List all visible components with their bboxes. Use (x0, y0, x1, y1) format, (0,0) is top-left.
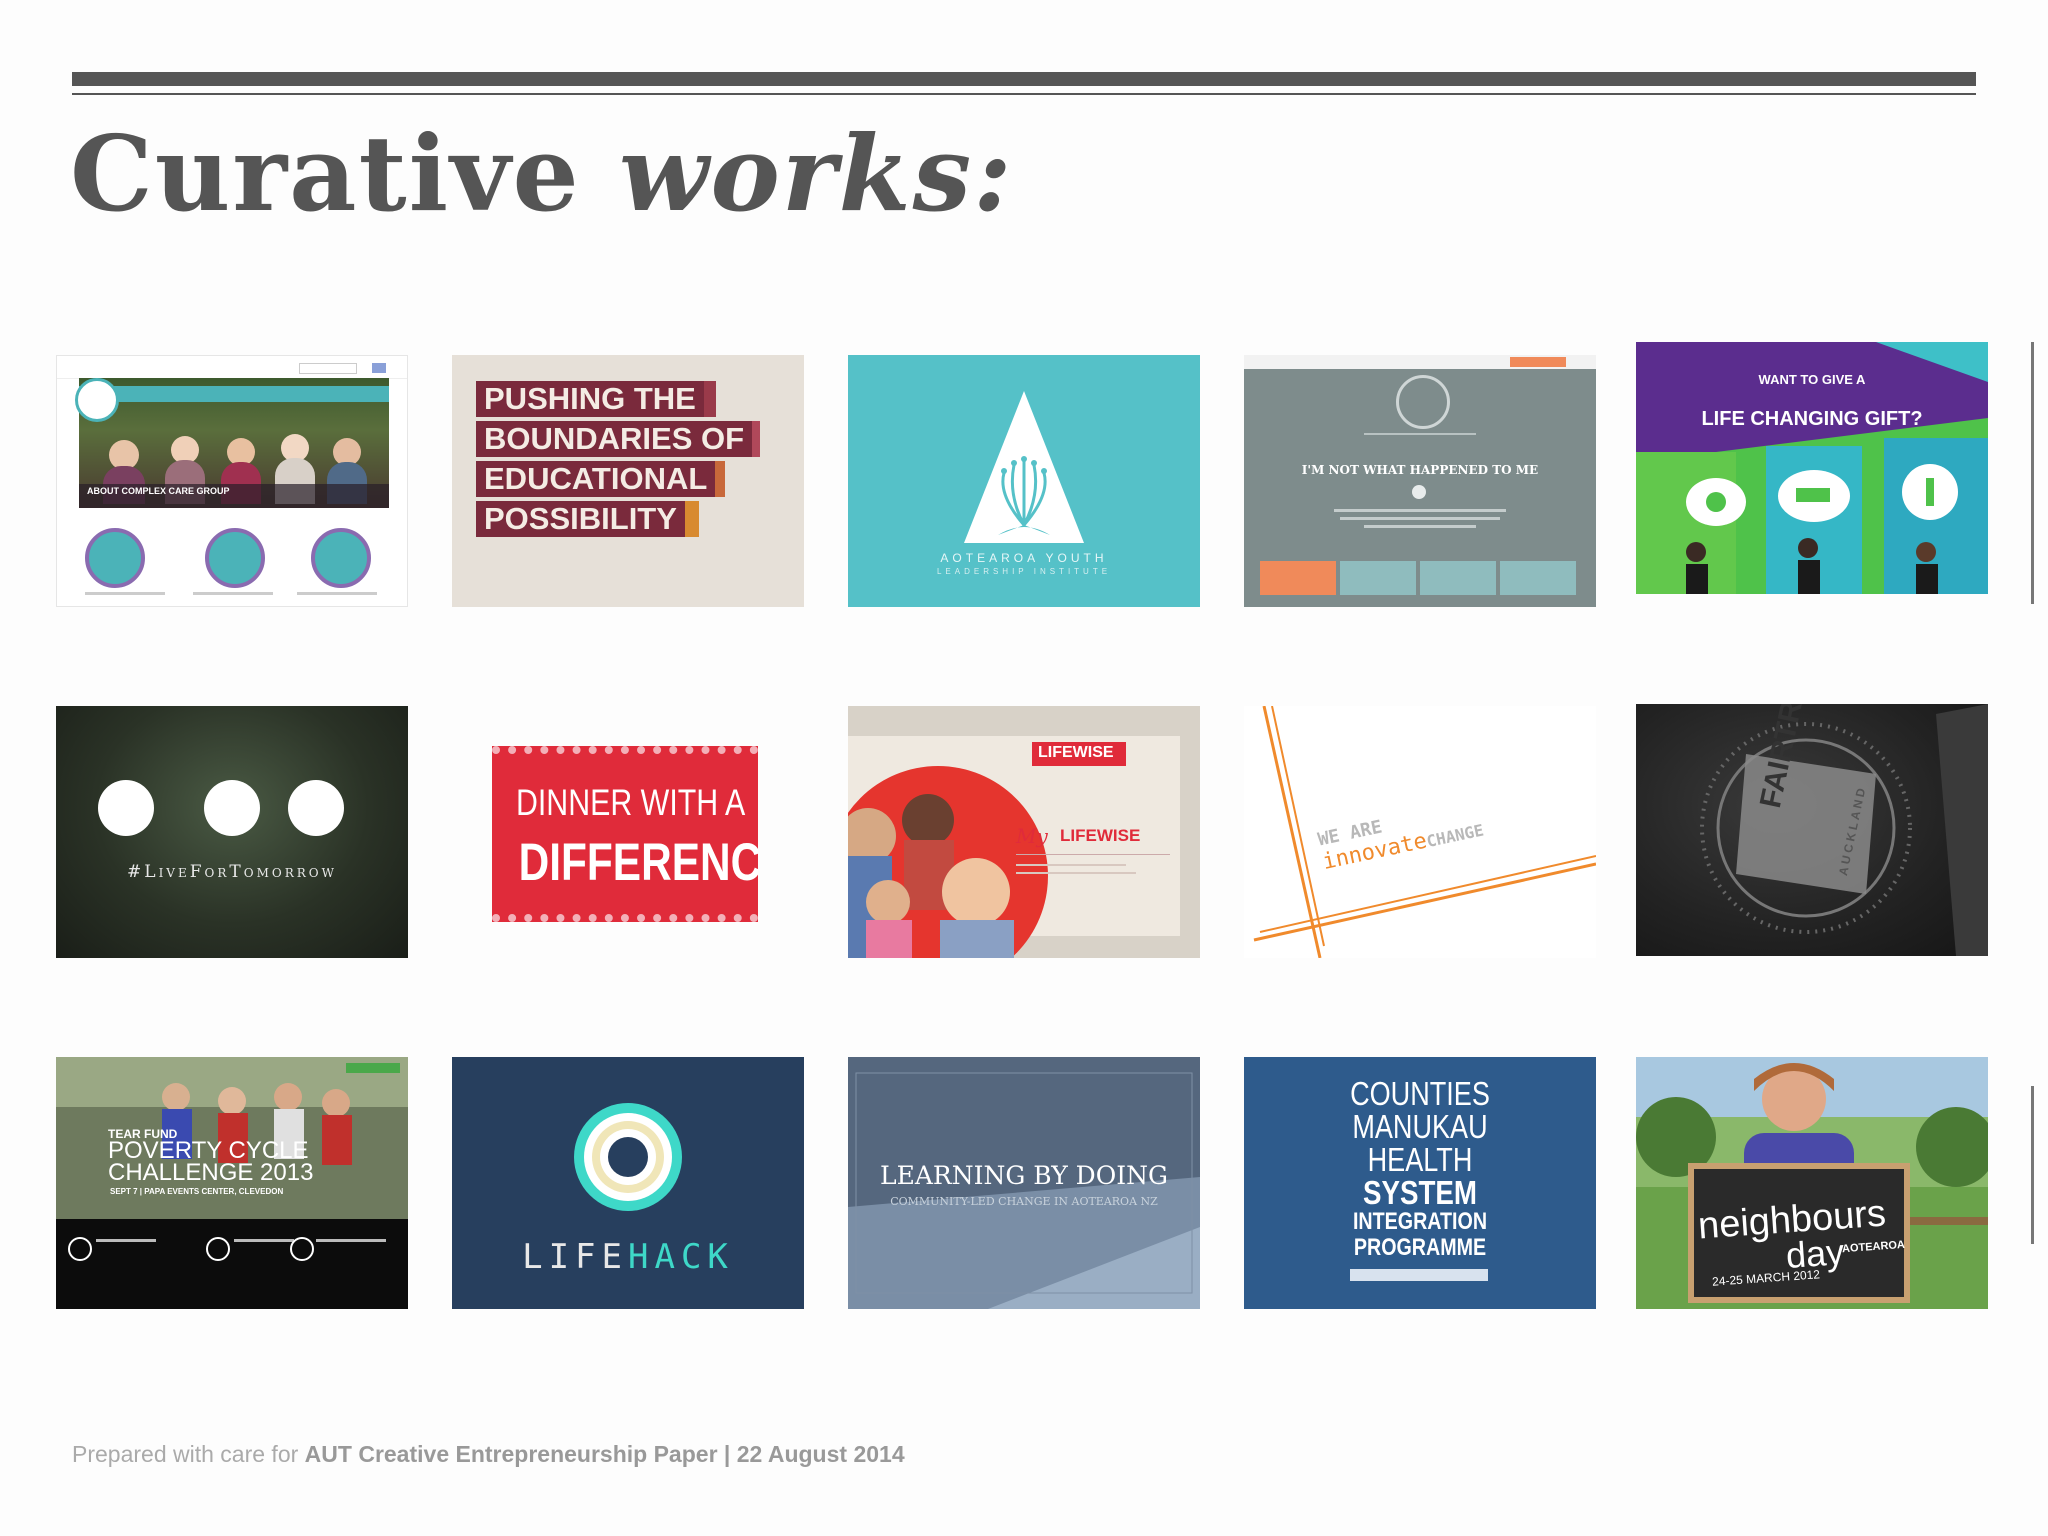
counties-line-2: MANUKAU (1352, 1108, 1488, 1145)
tile-lifewise: LIFEWISE My LIFEWISE (848, 706, 1200, 958)
lifehack-life: LIFE (522, 1237, 628, 1277)
tile-complex-care: ABOUT COMPLEX CARE GROUP (56, 355, 408, 607)
tile-life-changing-gift: WANT TO GIVE A LIFE CHANGING GIFT? (1636, 342, 1988, 594)
home-icon (85, 528, 145, 588)
tile-poverty-cycle: TEAR FUND POVERTY CYCLE CHALLENGE 2013 S… (56, 1057, 408, 1309)
tile-counties-manukau: COUNTIES MANUKAU HEALTH SYSTEM INTEGRATI… (1244, 1057, 1596, 1309)
dot-icon (98, 780, 154, 836)
lifehack-hack: HACK (628, 1237, 734, 1277)
gift-line-1: WANT TO GIVE A (1758, 372, 1866, 387)
aotearoa-line-2: LEADERSHIP INSTITUTE (936, 567, 1112, 576)
dinner-line-2: DIFFERENCE (518, 833, 758, 892)
tile-lifehack: LIFEHACK (452, 1057, 804, 1309)
tile-pushing-boundaries: PUSHING THE BOUNDARIES OF EDUCATIONAL PO… (452, 355, 804, 607)
fairtrade-logo-icon (1700, 704, 1988, 956)
counties-line-1: COUNTIES (1350, 1075, 1490, 1112)
header-rule-thick (72, 72, 1976, 86)
counties-line-3: HEALTH (1367, 1141, 1473, 1178)
tile-learning-by-doing: LEARNING BY DOING COMMUNITY-LED CHANGE I… (848, 1057, 1200, 1309)
dot-icon (288, 780, 344, 836)
tile-harbour: I'M NOT WHAT HAPPENED TO ME (1244, 355, 1596, 607)
footer-prefix: Prepared with care for (72, 1441, 299, 1467)
bike-icon (68, 1237, 92, 1261)
title-regular: Curative (70, 112, 581, 235)
counties-line-5: INTEGRATION (1352, 1208, 1488, 1235)
harbour-logo-icon (1396, 375, 1450, 429)
globe-icon (205, 528, 265, 588)
pushing-line-1: PUSHING THE (476, 381, 716, 417)
live-for-tomorrow-tag: #LiveForTomorrow (127, 862, 337, 882)
learning-sub: COMMUNITY-LED CHANGE IN AOTEAROA NZ (890, 1195, 1158, 1208)
tile-fairtrade: FAIRTRADE AUCKLAND (1636, 704, 1988, 956)
harbour-heading: I'M NOT WHAT HAPPENED TO ME (1301, 463, 1539, 477)
learning-title: LEARNING BY DOING (880, 1161, 1168, 1190)
complex-care-heading: ABOUT COMPLEX CARE GROUP (87, 486, 230, 496)
poverty-sub: SEPT 7 | PAPA EVENTS CENTER, CLEVEDON (110, 1187, 284, 1196)
counties-line-6: PROGRAMME (1353, 1234, 1487, 1261)
gift-line-2: LIFE CHANGING GIFT? (1701, 408, 1923, 430)
footer-bold: AUT Creative Entrepreneurship Paper | 22… (304, 1441, 905, 1467)
pushing-line-2: BOUNDARIES OF (476, 421, 761, 457)
lifewise-my: My (1016, 824, 1048, 848)
tile-dinner-difference: DINNER WITH A DIFFERENCE (492, 746, 758, 922)
speech-icon (311, 528, 371, 588)
title-italic: works: (618, 112, 1014, 235)
header-rule-thin (72, 93, 1976, 95)
tile-neighbours-day: neighbours day AOTEAROA 24-25 MARCH 2012 (1636, 1057, 1988, 1309)
lifewise-name: LIFEWISE (1060, 826, 1141, 845)
counties-line-4: SYSTEM (1362, 1174, 1477, 1211)
dot-icon (204, 780, 260, 836)
lifewise-badge: LIFEWISE (1038, 744, 1114, 761)
dinner-line-1: DINNER WITH A (515, 782, 746, 823)
tile-innovate-change: WE ARE innovateCHANGE (1244, 706, 1596, 958)
aotearoa-line-1: AOTEAROA YOUTH (940, 551, 1108, 565)
tile-aotearoa-youth: AOTEAROA YOUTH LEADERSHIP INSTITUTE (848, 355, 1200, 607)
pushing-line-4: POSSIBILITY (476, 501, 699, 537)
cyclist-icon (206, 1237, 230, 1261)
footer: Prepared with care for AUT Creative Entr… (72, 1441, 905, 1468)
poverty-line-3: CHALLENGE 2013 (108, 1159, 314, 1186)
group-photo: ABOUT COMPLEX CARE GROUP (79, 378, 389, 508)
pushing-line-3: EDUCATIONAL (476, 461, 726, 497)
tile-live-for-tomorrow: #LiveForTomorrow (56, 706, 408, 958)
slide-edge-1 (2031, 342, 2034, 604)
slide-edge-2 (2031, 1086, 2034, 1244)
question-icon (290, 1237, 314, 1261)
page-title: Curative works: (70, 112, 1014, 237)
